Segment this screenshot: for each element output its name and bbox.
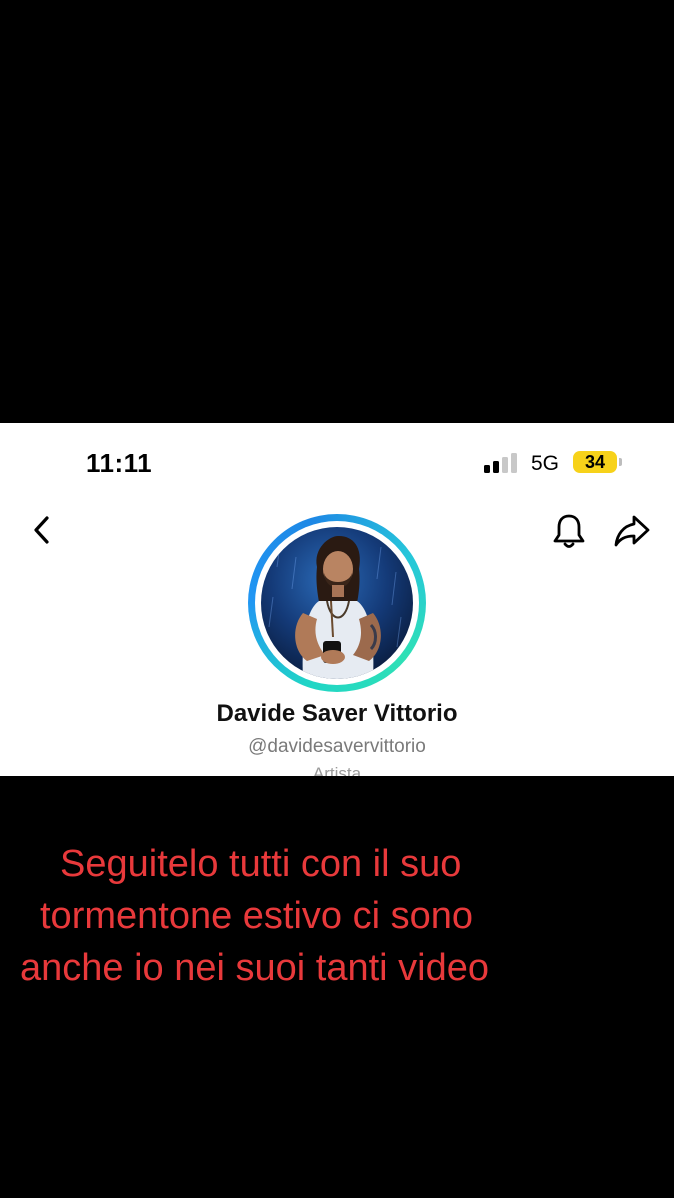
profile-name: Davide Saver Vittorio bbox=[216, 700, 458, 727]
chevron-left-icon bbox=[34, 516, 49, 544]
network-type: 5G bbox=[531, 452, 560, 475]
share-button[interactable] bbox=[612, 513, 652, 549]
avatar-story-ring[interactable] bbox=[248, 514, 426, 692]
video-caption: Seguitelo tutti con il suo tormentone es… bbox=[18, 838, 658, 994]
bell-icon bbox=[553, 514, 585, 548]
share-arrow-icon bbox=[614, 515, 650, 547]
back-button[interactable] bbox=[28, 513, 54, 547]
profile-category: Artista bbox=[312, 764, 362, 776]
status-time: 11:11 bbox=[86, 448, 153, 478]
battery-indicator: 34 bbox=[573, 451, 617, 473]
caption-line: tormentone estivo ci sono bbox=[40, 895, 474, 937]
caption-line: anche io nei suoi tanti video bbox=[20, 947, 489, 989]
screenshot-panel: 11:11 5G 34 Davide Saver Vittorio @david… bbox=[0, 423, 674, 776]
signal-strength-icon bbox=[484, 453, 517, 473]
battery-tip bbox=[619, 458, 622, 466]
avatar bbox=[261, 527, 413, 679]
notification-bell-button[interactable] bbox=[550, 511, 588, 551]
avatar-portrait-image bbox=[268, 535, 402, 679]
avatar-ring-gap bbox=[255, 521, 419, 685]
caption-line: Seguitelo tutti con il suo bbox=[60, 843, 462, 885]
profile-handle: @davidesavervittorio bbox=[248, 736, 426, 757]
